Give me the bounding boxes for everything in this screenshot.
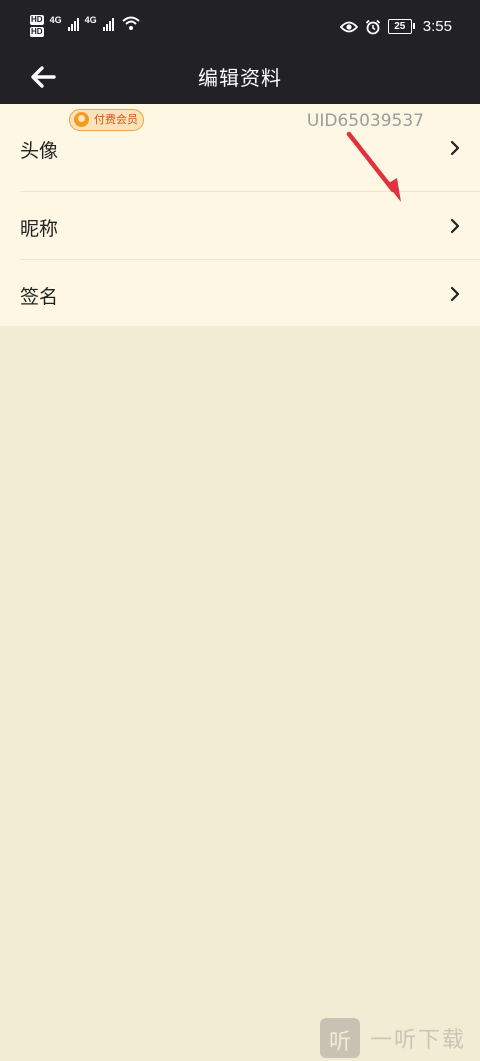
- chevron-right-icon: [450, 140, 460, 156]
- network-type-1: 4G: [49, 15, 62, 25]
- hd-badge-bottom: HD: [30, 27, 44, 37]
- paid-member-badge[interactable]: 付费会员: [69, 109, 144, 131]
- member-coin-icon: [74, 112, 89, 127]
- battery-icon: 25: [387, 19, 415, 34]
- row-nickname-label: 昵称: [20, 218, 59, 240]
- chevron-right-icon: [450, 286, 460, 302]
- row-avatar-label: 头像: [20, 140, 59, 162]
- hd-badge-top: HD: [30, 15, 44, 25]
- row-signature-label: 签名: [20, 286, 59, 308]
- nav-bar: 编辑资料: [0, 50, 480, 104]
- chevron-right-icon: [450, 218, 460, 234]
- page-title: 编辑资料: [198, 66, 282, 90]
- clock: 3:55: [422, 18, 452, 35]
- watermark: 听 一听下载: [320, 1018, 466, 1058]
- top-app-bar: HD HD 4G 4G 25 3:55 编辑资料: [0, 0, 480, 104]
- signal-bars-2-icon: [102, 15, 114, 31]
- row-signature[interactable]: 签名: [0, 260, 480, 326]
- paid-member-badge-label: 付费会员: [94, 113, 138, 126]
- signal-bars-1-icon: [67, 15, 79, 31]
- wifi-icon: [121, 16, 140, 30]
- watermark-text: 一听下载: [370, 1028, 467, 1053]
- annotation-arrow-icon: [346, 131, 401, 202]
- network-type-2: 4G: [84, 15, 97, 25]
- alarm-icon: [365, 19, 380, 34]
- watermark-logo-icon: 听: [320, 1018, 360, 1058]
- eye-icon: [339, 21, 358, 32]
- signal-indicators: HD HD 4G 4G: [30, 15, 140, 37]
- status-right: 25 3:55: [339, 18, 452, 35]
